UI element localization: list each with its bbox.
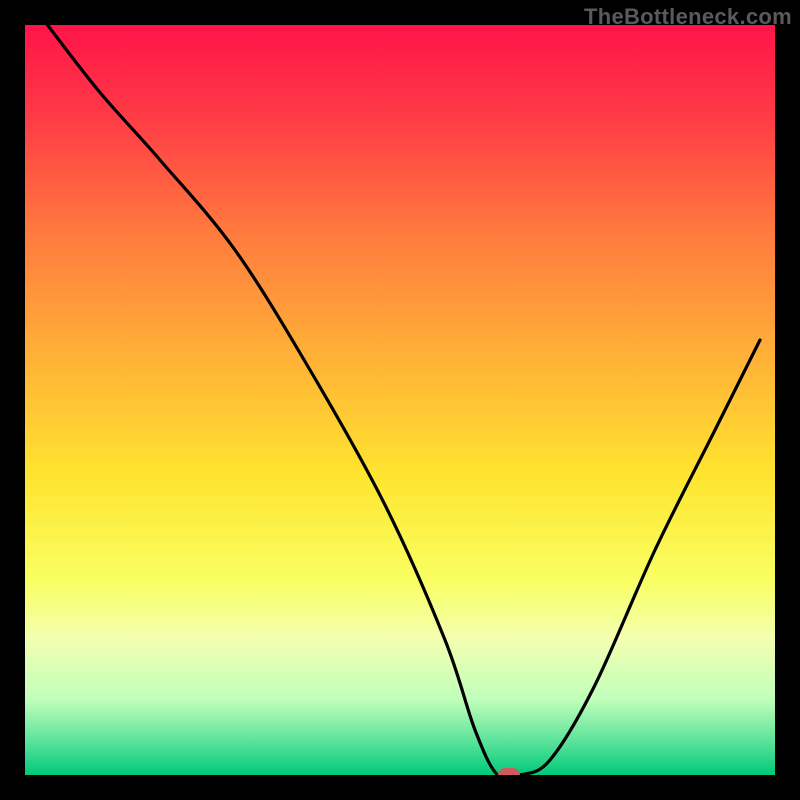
chart-background-gradient [25, 25, 775, 775]
watermark-text: TheBottleneck.com [584, 4, 792, 30]
optimal-marker [498, 768, 521, 776]
chart-svg [25, 25, 775, 775]
chart-stage: TheBottleneck.com [0, 0, 800, 800]
chart-plot-area [25, 25, 775, 775]
